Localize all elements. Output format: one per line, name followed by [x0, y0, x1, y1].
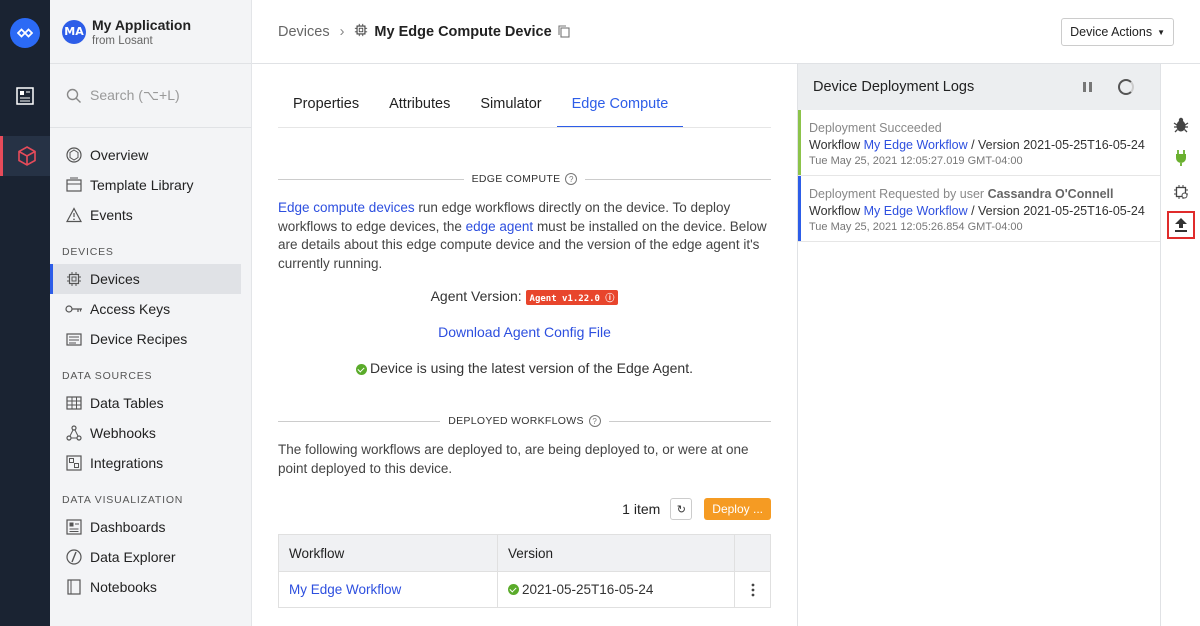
item-count: 1 item — [622, 501, 661, 517]
sidebar-item-data-tables[interactable]: Data Tables — [50, 388, 241, 418]
deploy-button[interactable]: Deploy ... — [704, 498, 771, 520]
tab-edge-compute[interactable]: Edge Compute — [556, 84, 684, 128]
refresh-icon: ↻ — [676, 503, 686, 516]
log-workflow-link[interactable]: My Edge Workflow — [864, 138, 968, 152]
deployed-description: The following workflows are deployed to,… — [278, 442, 749, 476]
integration-icon — [65, 454, 83, 472]
sidebar-item-device-recipes[interactable]: Device Recipes — [50, 324, 241, 354]
agent-status-row: Device is using the latest version of th… — [278, 360, 771, 376]
download-config-link[interactable]: Download Agent Config File — [438, 324, 611, 340]
dashboard-icon — [65, 518, 83, 536]
section-data-visualization: DATA VISUALIZATION — [62, 494, 184, 506]
column-header-workflow[interactable]: Workflow — [279, 535, 498, 571]
chip-icon — [354, 23, 368, 41]
loading-spinner-icon — [1118, 79, 1134, 95]
workflow-link[interactable]: My Edge Workflow — [289, 582, 401, 597]
log-user: Cassandra O'Connell — [987, 187, 1114, 201]
chip-settings-icon[interactable] — [1167, 178, 1195, 206]
avatar: MA — [62, 19, 86, 44]
dashboard-icon[interactable] — [0, 76, 50, 116]
sidebar-item-events[interactable]: Events — [50, 200, 241, 230]
page-title: My Edge Compute Device — [374, 23, 552, 40]
agent-version-row: Agent Version: Agent v1.22.0 ⓘ — [278, 288, 771, 305]
sidebar-item-overview[interactable]: Overview — [50, 140, 241, 170]
agent-version-badge[interactable]: Agent v1.22.0 ⓘ — [525, 289, 619, 305]
tab-divider — [278, 127, 771, 128]
global-rail — [0, 0, 50, 626]
refresh-button[interactable]: ↻ — [670, 498, 693, 520]
tab-attributes[interactable]: Attributes — [374, 84, 465, 128]
log-entry: Deployment Requested by user Cassandra O… — [798, 176, 1160, 242]
info-icon: ⓘ — [605, 293, 615, 304]
key-icon — [65, 300, 83, 318]
table-header: Workflow Version — [279, 535, 770, 571]
check-circle-icon — [356, 363, 367, 375]
edge-compute-devices-link[interactable]: Edge compute devices — [278, 200, 415, 215]
sidebar-item-access-keys[interactable]: Access Keys — [50, 294, 241, 324]
edge-compute-description: Edge compute devices run edge workflows … — [278, 200, 767, 271]
log-workflow-link[interactable]: My Edge Workflow — [864, 204, 968, 218]
edge-agent-link[interactable]: edge agent — [466, 219, 534, 234]
search-icon — [66, 88, 81, 103]
deployment-logs-panel: Device Deployment Logs Deployment Succee… — [797, 64, 1160, 626]
download-config-row: Download Agent Config File — [278, 324, 771, 340]
chip-icon — [65, 270, 83, 288]
table-icon — [65, 394, 83, 412]
right-toolbar — [1160, 64, 1200, 626]
plug-icon[interactable] — [1167, 144, 1195, 172]
application-cube-icon[interactable] — [0, 136, 50, 176]
logs-title: Device Deployment Logs — [813, 79, 975, 95]
caret-down-icon: ▼ — [1157, 27, 1165, 37]
pause-icon[interactable] — [1083, 82, 1092, 92]
check-circle-icon — [508, 584, 519, 595]
webhook-icon — [65, 424, 83, 442]
sidebar-item-webhooks[interactable]: Webhooks — [50, 418, 241, 448]
sidebar-item-notebooks[interactable]: Notebooks — [50, 572, 241, 602]
tab-simulator[interactable]: Simulator — [465, 84, 556, 128]
device-tabs: Properties Attributes Simulator Edge Com… — [278, 84, 684, 128]
section-data-sources: DATA SOURCES — [62, 370, 153, 382]
column-header-version[interactable]: Version — [498, 535, 735, 571]
deployed-workflows-table: Workflow Version My Edge Workflow 2021-0… — [278, 534, 771, 608]
row-menu-icon[interactable] — [735, 572, 770, 607]
sidebar-item-template-library[interactable]: Template Library — [50, 170, 241, 200]
help-icon[interactable]: ? — [588, 415, 601, 427]
top-bar: Devices › My Edge Compute Device Device … — [252, 0, 1200, 64]
sidebar-item-devices[interactable]: Devices — [50, 264, 241, 294]
breadcrumb-separator-icon: › — [339, 23, 345, 40]
notebook-icon — [65, 578, 83, 596]
edge-compute-section-header: EDGE COMPUTE? — [278, 172, 771, 186]
app-header[interactable]: MA My Application from Losant — [50, 0, 251, 64]
app-org: from Losant — [92, 34, 153, 47]
sidebar-item-integrations[interactable]: Integrations — [50, 448, 241, 478]
recipe-icon — [65, 330, 83, 348]
application-sidebar: MA My Application from Losant Search (⌥+… — [50, 0, 252, 626]
table-toolbar: 1 item ↻ Deploy ... — [278, 498, 771, 520]
copy-icon[interactable] — [558, 25, 570, 38]
search-placeholder: Search (⌥+L) — [90, 87, 180, 103]
log-entry: Deployment Succeeded Workflow My Edge Wo… — [798, 110, 1160, 176]
main-content: Properties Attributes Simulator Edge Com… — [252, 64, 797, 626]
logs-header: Device Deployment Logs — [798, 64, 1160, 110]
explorer-icon — [65, 548, 83, 566]
warning-icon — [65, 206, 83, 224]
tab-properties[interactable]: Properties — [278, 84, 374, 128]
help-icon[interactable]: ? — [565, 173, 578, 185]
debug-bug-icon[interactable] — [1167, 111, 1195, 139]
search-input[interactable]: Search (⌥+L) — [50, 64, 251, 128]
overview-icon — [65, 146, 83, 164]
breadcrumb-devices[interactable]: Devices — [278, 24, 330, 40]
app-name: My Application — [92, 16, 192, 33]
upload-deploy-icon[interactable] — [1167, 211, 1195, 239]
section-devices: DEVICES — [62, 246, 114, 258]
device-actions-button[interactable]: Device Actions ▼ — [1061, 18, 1174, 46]
deployed-workflows-section-header: DEPLOYED WORKFLOWS? — [278, 414, 772, 428]
losant-logo-icon[interactable] — [10, 18, 40, 48]
template-library-icon — [65, 176, 83, 194]
sidebar-item-dashboards[interactable]: Dashboards — [50, 512, 241, 542]
sidebar-item-data-explorer[interactable]: Data Explorer — [50, 542, 241, 572]
table-row: My Edge Workflow 2021-05-25T16-05-24 — [279, 571, 770, 607]
